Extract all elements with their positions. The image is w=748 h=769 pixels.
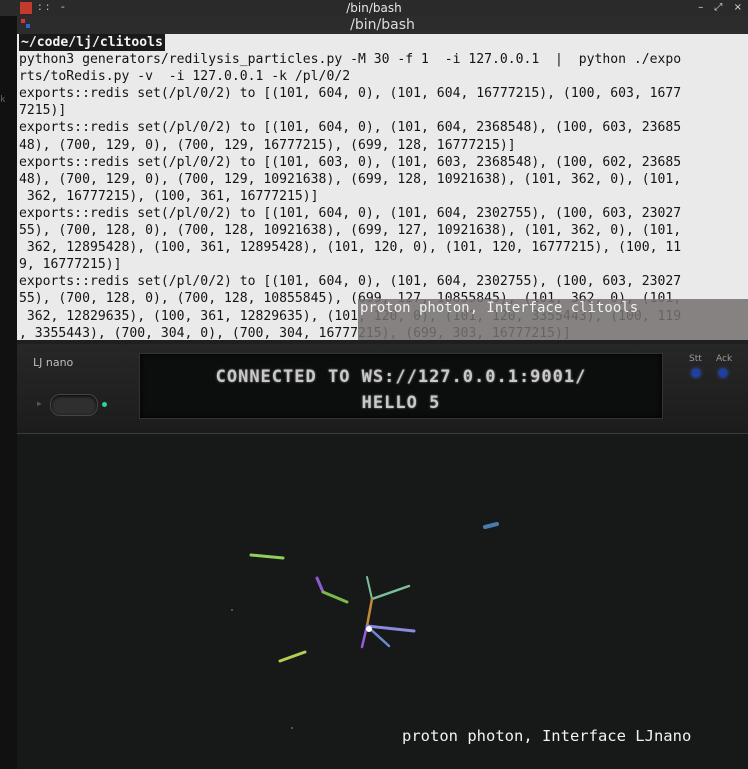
laser-line	[483, 522, 499, 529]
toggle-arrow-icon: ▶	[37, 399, 42, 408]
terminal-tabbar: /bin/bash	[17, 16, 748, 34]
stt-label: Stt	[689, 354, 702, 364]
terminal-line: exports::redis set(/pl/0/2) to [(101, 60…	[19, 274, 682, 290]
power-toggle[interactable]	[50, 394, 98, 416]
left-sidebar-strip: k	[0, 16, 17, 769]
close-button[interactable]: ×	[734, 2, 742, 13]
terminal-prompt-line: ~/code/lj/clitools	[17, 34, 748, 52]
sidebar-glyph: k	[0, 95, 6, 105]
laser-line	[321, 590, 349, 604]
laser-line	[366, 576, 373, 600]
terminal-line: rts/toRedis.py -v -i 127.0.0.1 -k /pl/0/…	[19, 69, 351, 85]
terminal-line: python3 generators/redilysis_particles.p…	[19, 52, 682, 68]
terminal-line: 48), (700, 129, 0), (700, 129, 10921638)…	[19, 171, 682, 187]
ack-label: Ack	[716, 354, 733, 364]
laser-line	[315, 576, 325, 594]
ljnano-label: LJ nano	[33, 356, 74, 369]
terminal-lines: python3 generators/redilysis_particles.p…	[17, 51, 748, 340]
laser-point	[291, 727, 293, 729]
laser-point	[231, 609, 233, 611]
terminal-line: 7215)]	[19, 103, 67, 119]
laser-point	[366, 626, 372, 632]
lcd-display: CONNECTED TO WS://127.0.0.1:9001/ HELLO …	[139, 353, 663, 419]
terminal-line: 9, 16777215)]	[19, 257, 122, 273]
clitools-caption: proton photon, Interface clitools	[358, 299, 748, 340]
laser-line	[365, 597, 374, 628]
terminal-prompt: ~/code/lj/clitools	[19, 34, 165, 52]
minimize-button[interactable]: –	[698, 2, 703, 13]
laser-preview-canvas[interactable]: proton photon, Interface LJnano	[17, 434, 748, 769]
window-titlebar: :: - /bin/bash – ⤢ ×	[0, 0, 748, 16]
terminal-line: exports::redis set(/pl/0/2) to [(101, 60…	[19, 154, 682, 170]
terminal-line: exports::redis set(/pl/0/2) to [(101, 60…	[19, 120, 682, 136]
terminal-line: exports::redis set(/pl/0/2) to [(101, 60…	[19, 205, 682, 221]
display-status-line: CONNECTED TO WS://127.0.0.1:9001/	[215, 367, 587, 387]
terminal-tab-title[interactable]: /bin/bash	[17, 16, 748, 34]
stt-led	[692, 369, 700, 377]
ljnano-panel: LJ nano CONNECTED TO WS://127.0.0.1:9001…	[17, 344, 748, 434]
terminal-line: 48), (700, 129, 0), (700, 129, 16777215)…	[19, 137, 516, 153]
laser-preview-svg	[231, 522, 499, 729]
ljnano-caption: proton photon, Interface LJnano	[402, 727, 692, 745]
laser-line	[365, 624, 416, 633]
laser-line	[370, 584, 411, 601]
terminal-output[interactable]: ~/code/lj/clitools python3 generators/re…	[17, 34, 748, 340]
toggle-indicator-dot	[102, 402, 107, 407]
window-controls: – ⤢ ×	[690, 0, 742, 16]
ack-led	[719, 369, 727, 377]
laser-line	[249, 553, 285, 560]
display-message-line: HELLO 5	[361, 393, 441, 413]
terminal-line: exports::redis set(/pl/0/2) to [(101, 60…	[19, 86, 682, 102]
terminal-line: 55), (700, 128, 0), (700, 128, 10921638)…	[19, 223, 682, 239]
laser-line	[278, 650, 307, 663]
maximize-button[interactable]: ⤢	[714, 2, 722, 13]
terminal-line: 362, 12895428), (100, 361, 12895428), (1…	[19, 240, 682, 256]
terminal-line: 362, 16777215), (100, 361, 16777215)]	[19, 188, 319, 204]
window-title: /bin/bash	[346, 1, 402, 15]
